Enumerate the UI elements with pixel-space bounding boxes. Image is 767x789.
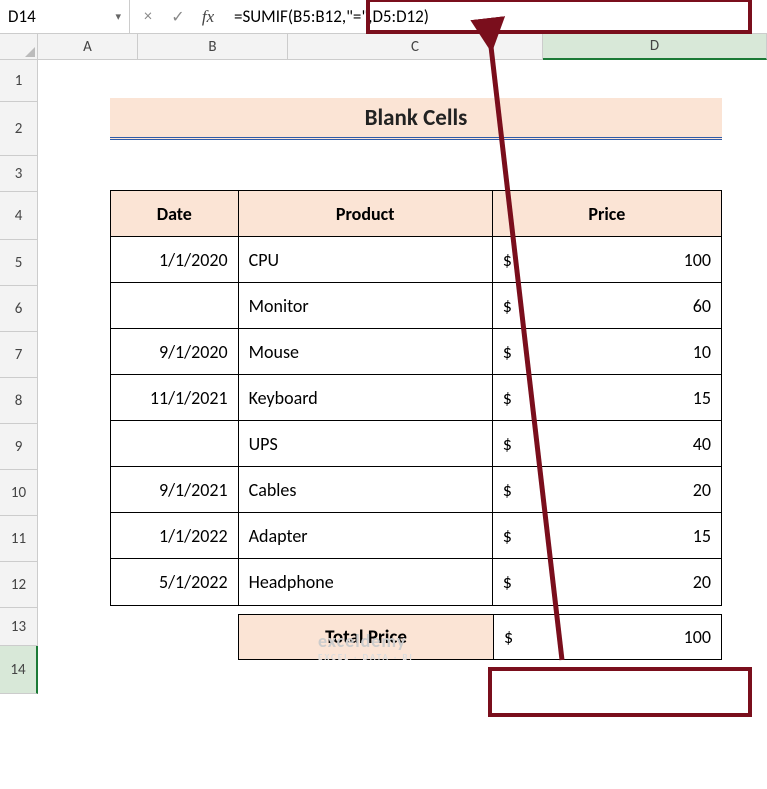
row-header-12[interactable]: 12 <box>0 562 38 608</box>
cell[interactable] <box>38 60 138 102</box>
total-value: 100 <box>684 626 711 648</box>
cell-date[interactable] <box>111 283 239 329</box>
cell[interactable] <box>288 60 543 102</box>
table-row: 9/1/2021 Cables $20 <box>111 467 721 513</box>
cell-product[interactable]: CPU <box>239 237 493 283</box>
name-box-value: D14 <box>8 6 36 27</box>
row-header-3[interactable]: 3 <box>0 156 38 192</box>
total-value-cell[interactable]: $ 100 <box>494 614 722 660</box>
row-header-13[interactable]: 13 <box>0 608 38 646</box>
cell-product[interactable]: UPS <box>239 421 493 467</box>
cell[interactable] <box>38 646 138 694</box>
formula-input[interactable]: =SUMIF(B5:B12,"=",D5:D12) <box>226 0 767 33</box>
sheet-area: ABCD 1234567891011121314 Blank Cells Dat… <box>0 34 767 694</box>
row-header-8[interactable]: 8 <box>0 378 38 424</box>
header-product: Product <box>239 191 493 237</box>
cell-date[interactable]: 9/1/2020 <box>111 329 239 375</box>
cell[interactable] <box>288 156 543 192</box>
formula-bar: D14 ▾ × ✓ fx =SUMIF(B5:B12,"=",D5:D12) <box>0 0 767 34</box>
cell-price[interactable]: $15 <box>493 375 721 421</box>
cell-product[interactable]: Mouse <box>239 329 493 375</box>
table-row: 1/1/2020 CPU $100 <box>111 237 721 283</box>
row-header-10[interactable]: 10 <box>0 470 38 516</box>
row-header-9[interactable]: 9 <box>0 424 38 470</box>
data-table: Date Product Price 1/1/2020 CPU $100 Mon… <box>110 190 722 606</box>
column-header-C[interactable]: C <box>288 34 543 60</box>
cell-price[interactable]: $20 <box>493 467 721 513</box>
cell-price[interactable]: $10 <box>493 329 721 375</box>
row-header-5[interactable]: 5 <box>0 240 38 286</box>
row-header-2[interactable]: 2 <box>0 102 38 156</box>
cell-price[interactable]: $15 <box>493 513 721 559</box>
cell-date[interactable]: 9/1/2021 <box>111 467 239 513</box>
name-box[interactable]: D14 ▾ <box>0 0 130 33</box>
cell-product[interactable]: Cables <box>239 467 493 513</box>
cell[interactable] <box>543 156 767 192</box>
cell-product[interactable]: Keyboard <box>239 375 493 421</box>
chevron-down-icon[interactable]: ▾ <box>115 10 121 23</box>
table-row: Monitor $60 <box>111 283 721 329</box>
table-row: 11/1/2021 Keyboard $15 <box>111 375 721 421</box>
row-header-1[interactable]: 1 <box>0 60 38 102</box>
cell-product[interactable]: Adapter <box>239 513 493 559</box>
header-date: Date <box>111 191 239 237</box>
column-header-B[interactable]: B <box>138 34 288 60</box>
select-all-corner[interactable] <box>0 34 38 60</box>
cell[interactable] <box>138 60 288 102</box>
cell-product[interactable]: Monitor <box>239 283 493 329</box>
table-header-row: Date Product Price <box>111 191 721 237</box>
table-row: 9/1/2020 Mouse $10 <box>111 329 721 375</box>
currency-symbol: $ <box>504 626 513 648</box>
cell-date[interactable] <box>111 421 239 467</box>
column-header-A[interactable]: A <box>38 34 138 60</box>
row-header-7[interactable]: 7 <box>0 332 38 378</box>
cell-date[interactable]: 11/1/2021 <box>111 375 239 421</box>
cancel-icon[interactable]: × <box>134 3 162 31</box>
header-price: Price <box>493 191 721 237</box>
cell[interactable] <box>138 156 288 192</box>
cell[interactable] <box>38 156 138 192</box>
title-banner: Blank Cells <box>110 98 722 140</box>
cell-date[interactable]: 1/1/2022 <box>111 513 239 559</box>
cell-price[interactable]: $40 <box>493 421 721 467</box>
cell-price[interactable]: $60 <box>493 283 721 329</box>
cell-date[interactable]: 5/1/2022 <box>111 559 239 605</box>
row-header-4[interactable]: 4 <box>0 192 38 240</box>
row-header-14[interactable]: 14 <box>0 646 38 694</box>
table-row: UPS $40 <box>111 421 721 467</box>
confirm-icon[interactable]: ✓ <box>164 3 192 31</box>
row-header-6[interactable]: 6 <box>0 286 38 332</box>
total-row: Total Price $ 100 <box>238 614 722 660</box>
column-header-D[interactable]: D <box>543 34 767 60</box>
cell-price[interactable]: $20 <box>493 559 721 605</box>
row-header-11[interactable]: 11 <box>0 516 38 562</box>
fx-icon[interactable]: fx <box>194 3 222 31</box>
total-label: Total Price <box>238 614 494 660</box>
cell[interactable] <box>543 60 767 102</box>
cell[interactable] <box>38 608 138 646</box>
table-row: 5/1/2022 Headphone $20 <box>111 559 721 605</box>
table-row: 1/1/2022 Adapter $15 <box>111 513 721 559</box>
cell-date[interactable]: 1/1/2020 <box>111 237 239 283</box>
cell-product[interactable]: Headphone <box>239 559 493 605</box>
cell-price[interactable]: $100 <box>493 237 721 283</box>
